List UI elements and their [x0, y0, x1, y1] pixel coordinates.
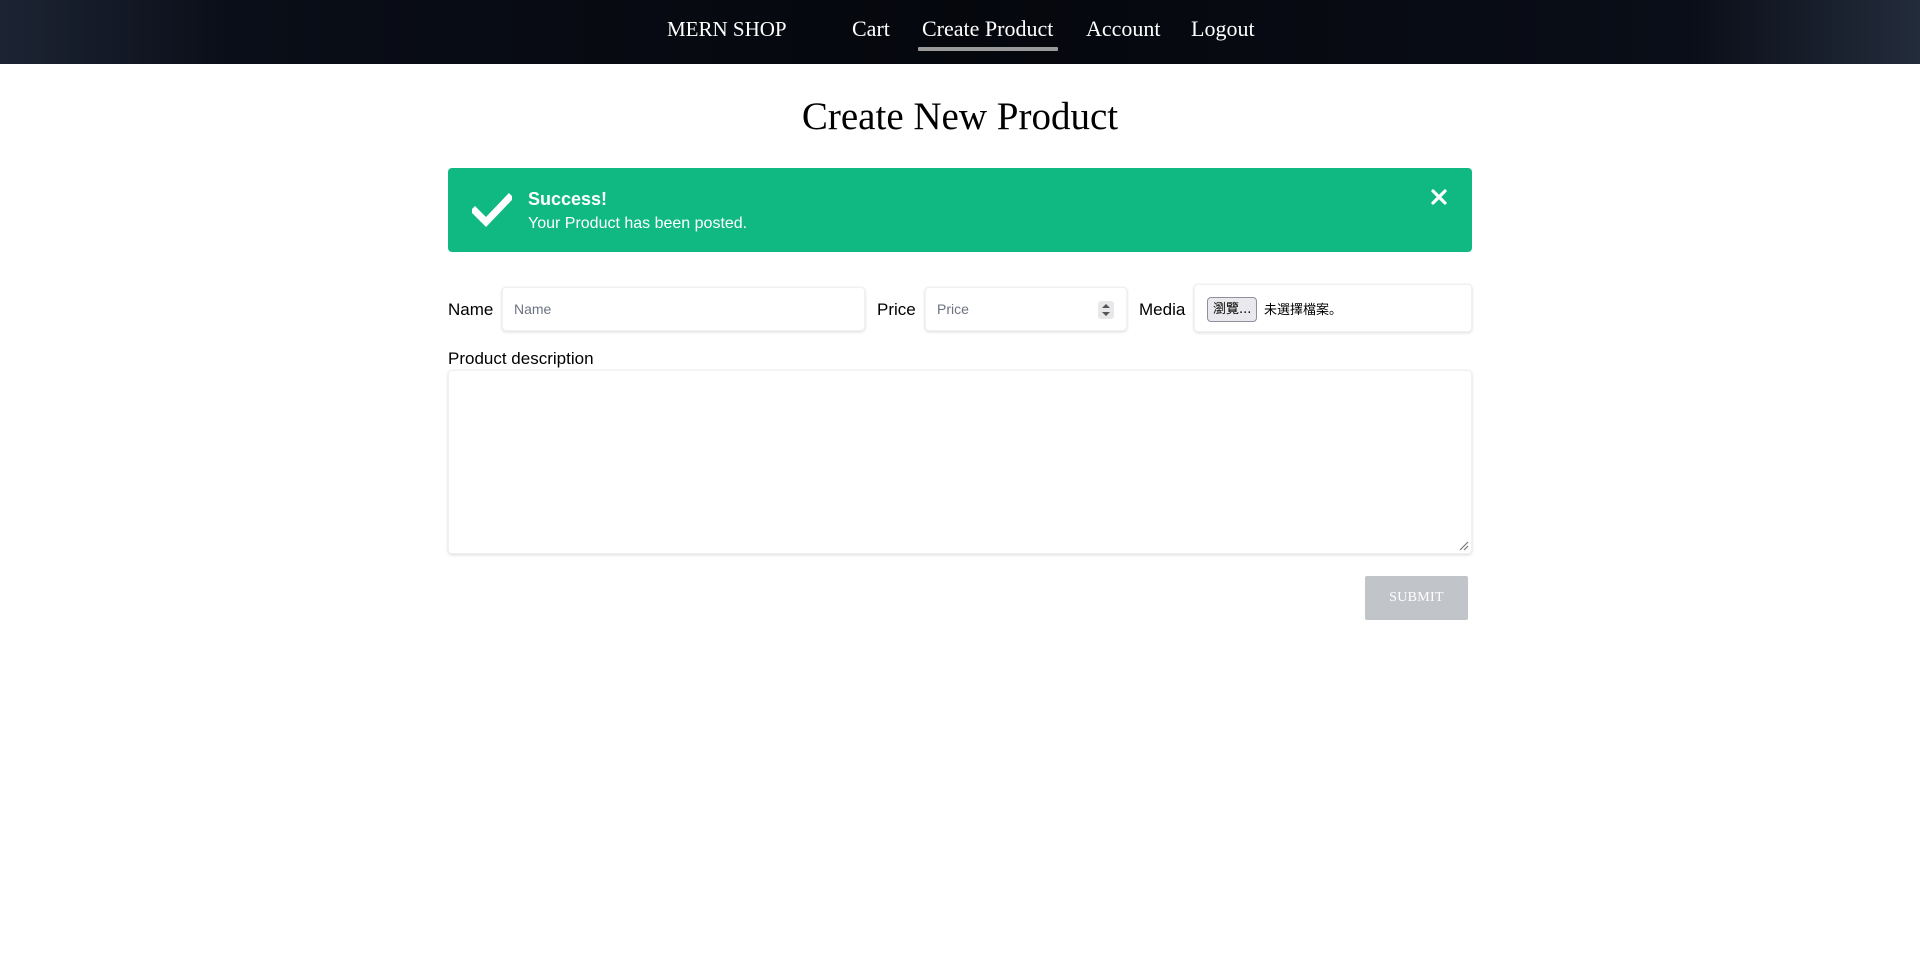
success-alert: Success! Your Product has been posted.	[448, 168, 1472, 252]
price-input[interactable]	[926, 288, 1126, 330]
file-status-text: 未選擇檔案。	[1264, 303, 1343, 318]
top-navbar: MERN SHOP Cart Create Product Account Lo…	[0, 0, 1920, 64]
brand-logo[interactable]: MERN SHOP	[667, 17, 787, 42]
price-label: Price	[877, 300, 916, 319]
description-label: Product description	[448, 349, 594, 368]
nav-link-account[interactable]: Account	[1086, 16, 1161, 42]
check-icon	[472, 193, 512, 228]
price-stepper[interactable]	[1098, 301, 1114, 319]
close-icon[interactable]	[1430, 188, 1448, 206]
submit-button[interactable]: SUBMIT	[1365, 576, 1468, 620]
media-label: Media	[1139, 300, 1186, 319]
description-field-wrapper	[448, 370, 1472, 554]
nav-link-cart[interactable]: Cart	[852, 16, 890, 42]
name-field-wrapper	[502, 287, 865, 331]
chevron-down-icon[interactable]	[1102, 312, 1110, 316]
media-field-wrapper: 瀏覽... 未選擇檔案。	[1194, 284, 1472, 332]
resize-grip-icon[interactable]	[1457, 539, 1469, 551]
description-textarea[interactable]	[449, 371, 1471, 553]
page-title: Create New Product	[801, 95, 1119, 138]
price-field-wrapper	[925, 287, 1127, 331]
browse-file-button[interactable]: 瀏覽...	[1207, 297, 1258, 322]
nav-link-create-product[interactable]: Create Product	[922, 16, 1053, 42]
active-nav-indicator	[918, 47, 1058, 51]
nav-link-logout[interactable]: Logout	[1191, 16, 1255, 42]
name-label: Name	[448, 300, 494, 319]
name-input[interactable]	[503, 288, 864, 330]
chevron-up-icon[interactable]	[1102, 304, 1110, 308]
alert-title: Success!	[528, 189, 608, 209]
alert-message: Your Product has been posted.	[528, 215, 748, 232]
